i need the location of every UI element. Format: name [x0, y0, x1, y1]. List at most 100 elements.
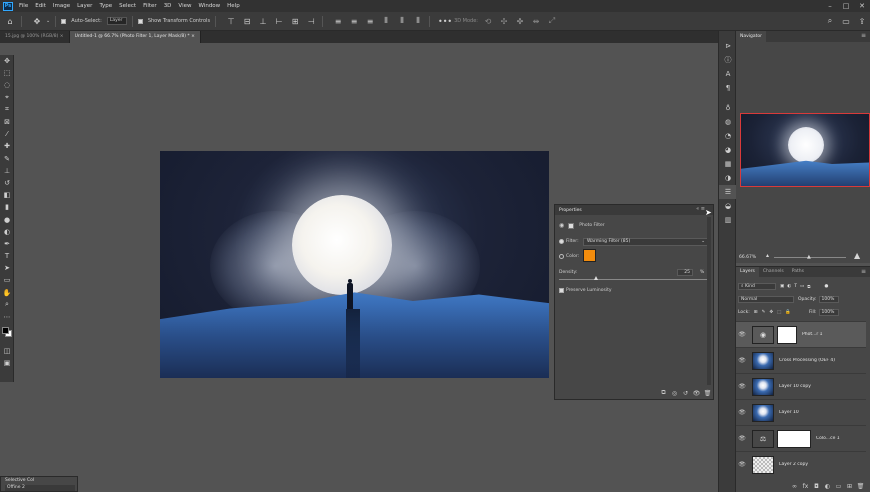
menu-edit[interactable]: Edit — [35, 3, 46, 9]
quick-mask-icon[interactable]: ◫ — [0, 345, 14, 357]
link-layers-icon[interactable]: ∞ — [789, 483, 800, 490]
hand-tool-icon[interactable]: ✋ — [0, 287, 14, 299]
auto-select-dropdown[interactable]: Layer — [106, 17, 127, 25]
menu-3d[interactable]: 3D — [164, 3, 172, 9]
lock-all-icon[interactable]: 🔒 — [785, 310, 791, 315]
zoom-slider-thumb[interactable]: ▲ — [807, 254, 811, 260]
layer-mask-icon[interactable] — [568, 222, 575, 229]
swatches-icon[interactable]: ◔ — [719, 129, 737, 143]
layer-name[interactable]: Cross Processing (OEF 4) — [779, 358, 835, 363]
new-layer-icon[interactable]: ⊞ — [844, 483, 855, 490]
filter-dropdown[interactable]: Warming Filter (85) ⌄ — [583, 238, 709, 246]
3d-slide-icon[interactable]: ⇹ — [530, 15, 542, 27]
visibility-eye-icon[interactable]: 👁 — [691, 390, 702, 397]
layer-name[interactable]: Layer 10 copy — [779, 384, 811, 389]
styles-icon[interactable]: ◒ — [719, 199, 737, 213]
dodge-tool-icon[interactable]: ◐ — [0, 226, 14, 238]
share-icon[interactable]: ⇪ — [856, 15, 868, 27]
layer-mask-thumbnail[interactable] — [777, 325, 797, 344]
color-swatches[interactable] — [0, 323, 14, 345]
auto-select-checkbox[interactable] — [61, 18, 67, 24]
layer-row[interactable]: 👁 Layer 10 — [736, 399, 866, 425]
info-icon[interactable]: ⓘ — [719, 53, 737, 67]
layer-row[interactable]: 👁 ◉ Phot...r 1 — [736, 321, 866, 347]
menu-window[interactable]: Window — [198, 3, 220, 9]
collapse-panel-icon[interactable]: « ≡ — [696, 206, 705, 212]
screen-mode-icon[interactable]: ▣ — [0, 357, 14, 369]
menu-file[interactable]: File — [19, 3, 28, 9]
align-top-icon[interactable]: ⊤ — [225, 15, 237, 27]
tool-preset-chevron-icon[interactable]: ⌄ — [46, 18, 50, 24]
filter-smart-object-icon[interactable]: ⧉ — [807, 284, 810, 290]
color-radio-row[interactable]: Color: — [559, 254, 579, 259]
history-icon[interactable]: ⊳ — [719, 39, 737, 53]
visibility-eye-icon[interactable]: 👁 — [736, 331, 748, 338]
layer-mask-thumbnail[interactable] — [777, 429, 811, 448]
filter-pixel-icon[interactable]: ▣ — [780, 284, 784, 289]
zoom-in-icon[interactable]: ▲ — [854, 251, 860, 260]
preserve-luminosity-checkbox[interactable] — [559, 288, 564, 293]
menu-view[interactable]: View — [178, 3, 191, 9]
align-right-icon[interactable]: ⊣ — [305, 15, 317, 27]
pen-tool-icon[interactable]: ✒ — [0, 238, 14, 250]
healing-brush-tool-icon[interactable]: ✚ — [0, 140, 14, 152]
marquee-tool-icon[interactable]: ⬚ — [0, 67, 14, 79]
menu-filter[interactable]: Filter — [143, 3, 157, 9]
blur-tool-icon[interactable]: ● — [0, 213, 14, 225]
selective-color-value[interactable]: Offine 2 — [5, 485, 75, 491]
clone-stamp-tool-icon[interactable]: ⊥ — [0, 165, 14, 177]
brush-tool-icon[interactable]: ✎ — [0, 153, 14, 165]
lock-transparent-icon[interactable]: ⊞ — [754, 310, 758, 315]
layer-name[interactable]: Colo...ce 1 — [816, 436, 840, 441]
delete-icon[interactable]: 🗑 — [702, 390, 713, 397]
tab-untitled-1[interactable]: Untitled-1 @ 66.7% (Photo Filter 1, Laye… — [69, 31, 201, 43]
tab-channels[interactable]: Channels — [759, 267, 788, 277]
distribute-middle-icon[interactable]: ≡ — [348, 15, 360, 27]
layer-row[interactable]: 👁 Layer 2 copy — [736, 451, 866, 477]
distribute-bottom-icon[interactable]: ≡ — [364, 15, 376, 27]
patterns-icon[interactable]: ▦ — [719, 157, 737, 171]
properties-scrollbar[interactable] — [707, 217, 711, 385]
filter-shape-icon[interactable]: ▭ — [800, 284, 804, 289]
layer-style-icon[interactable]: fx — [800, 483, 811, 490]
blend-mode-dropdown[interactable]: Normal — [738, 296, 794, 303]
new-group-icon[interactable]: ▭ — [833, 483, 844, 490]
3d-scale-icon[interactable]: ⤢ — [546, 15, 558, 27]
search-icon[interactable]: ⌕ — [824, 15, 836, 27]
filter-radio[interactable] — [559, 239, 564, 244]
preserve-luminosity-row[interactable]: Preserve Luminosity — [559, 288, 612, 293]
layer-name[interactable]: Layer 2 copy — [779, 462, 808, 467]
minimize-icon[interactable]: – — [822, 0, 838, 12]
libraries-icon[interactable]: ◕ — [719, 143, 737, 157]
reset-icon[interactable]: ↺ — [680, 390, 691, 397]
gradient-tool-icon[interactable]: ▮ — [0, 201, 14, 213]
align-left-icon[interactable]: ⊢ — [273, 15, 285, 27]
filter-toggle-icon[interactable]: ● — [824, 284, 828, 289]
3d-rotate-icon[interactable]: ⟲ — [482, 15, 494, 27]
close-icon[interactable]: ✕ — [854, 0, 870, 12]
zoom-out-icon[interactable]: ▴ — [766, 252, 769, 259]
paragraph-icon[interactable]: ¶ — [719, 81, 737, 95]
navigator-zoom-value[interactable]: 66.67% — [739, 255, 756, 260]
visibility-eye-icon[interactable]: 👁 — [736, 409, 748, 416]
foreground-color-swatch[interactable] — [2, 327, 9, 335]
layer-row[interactable]: 👁 ⚖ Colo...ce 1 — [736, 425, 866, 451]
new-adjustment-icon[interactable]: ◐ — [822, 483, 833, 490]
tab-paths[interactable]: Paths — [788, 267, 808, 277]
workspace-icon[interactable]: ▭ — [840, 15, 852, 27]
distribute-right-icon[interactable]: ⦀ — [412, 15, 424, 27]
filter-radio-row[interactable]: Filter: — [559, 239, 579, 244]
gradients-icon[interactable]: ▥ — [719, 213, 737, 227]
panel-menu-icon[interactable]: ≡ — [861, 268, 866, 275]
color-radio[interactable] — [559, 254, 564, 259]
distribute-left-icon[interactable]: ⦀ — [380, 15, 392, 27]
panel-menu-icon[interactable]: ≡ — [861, 32, 866, 39]
zoom-tool-icon[interactable]: ⌕ — [0, 299, 14, 311]
character-icon[interactable]: A — [719, 67, 737, 81]
filter-adjustment-icon[interactable]: ◐ — [787, 284, 791, 289]
view-previous-icon[interactable]: ◎ — [669, 390, 680, 397]
add-mask-icon[interactable]: ◘ — [811, 483, 822, 490]
learn-icon[interactable]: ♁ — [719, 101, 737, 115]
menu-type[interactable]: Type — [99, 3, 112, 9]
density-input[interactable]: 25 — [677, 269, 693, 276]
